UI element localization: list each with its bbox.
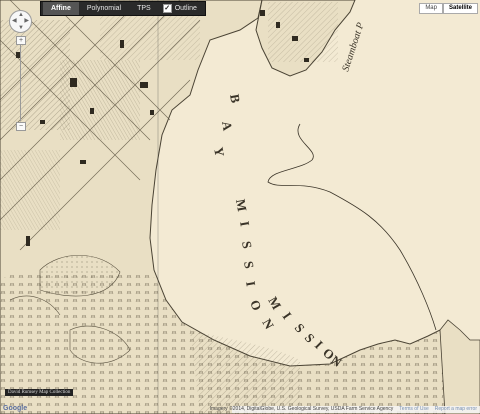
warp-toolbar: Affine Polynomial TPS ✓ Outline (40, 1, 206, 16)
outline-toggle[interactable]: ✓ Outline (159, 2, 203, 15)
pan-up-icon[interactable]: ▲ (18, 12, 24, 18)
pan-control: ▲ ▼ ◀ ▶ (9, 10, 32, 33)
polynomial-button[interactable]: Polynomial (79, 2, 129, 15)
bay-letter: M (233, 198, 250, 214)
map-type-map-button[interactable]: Map (419, 3, 443, 14)
tps-button[interactable]: TPS (129, 2, 159, 15)
collection-badge[interactable]: David Rumsey Map Collection (5, 389, 74, 396)
map-type-control: Map Satellite (419, 3, 478, 14)
affine-button[interactable]: Affine (43, 2, 79, 15)
map-type-satellite-button[interactable]: Satellite (442, 3, 478, 14)
outline-label: Outline (174, 5, 197, 12)
terms-of-use-link[interactable]: Terms of Use (399, 406, 428, 413)
outline-checkbox[interactable]: ✓ (162, 4, 172, 13)
zoom-rail[interactable] (20, 45, 21, 121)
zoom-out-button[interactable]: − (16, 122, 26, 131)
zoom-in-button[interactable]: + (16, 36, 26, 45)
google-logo[interactable]: Google (3, 405, 27, 412)
attribution-bar: Imagery ©2014, DigitalGlobe, U.S. Geolog… (210, 406, 480, 413)
report-map-error-link[interactable]: Report a map error (435, 406, 477, 413)
imagery-attribution: Imagery ©2014, DigitalGlobe, U.S. Geolog… (209, 406, 394, 412)
historic-map[interactable]: B A Y M I S S I O N M I S S I O N Steamb… (0, 0, 480, 414)
pan-left-icon[interactable]: ◀ (12, 18, 17, 24)
zoom-control: + − (16, 36, 26, 136)
pan-right-icon[interactable]: ▶ (24, 18, 29, 24)
pan-down-icon[interactable]: ▼ (18, 25, 24, 31)
